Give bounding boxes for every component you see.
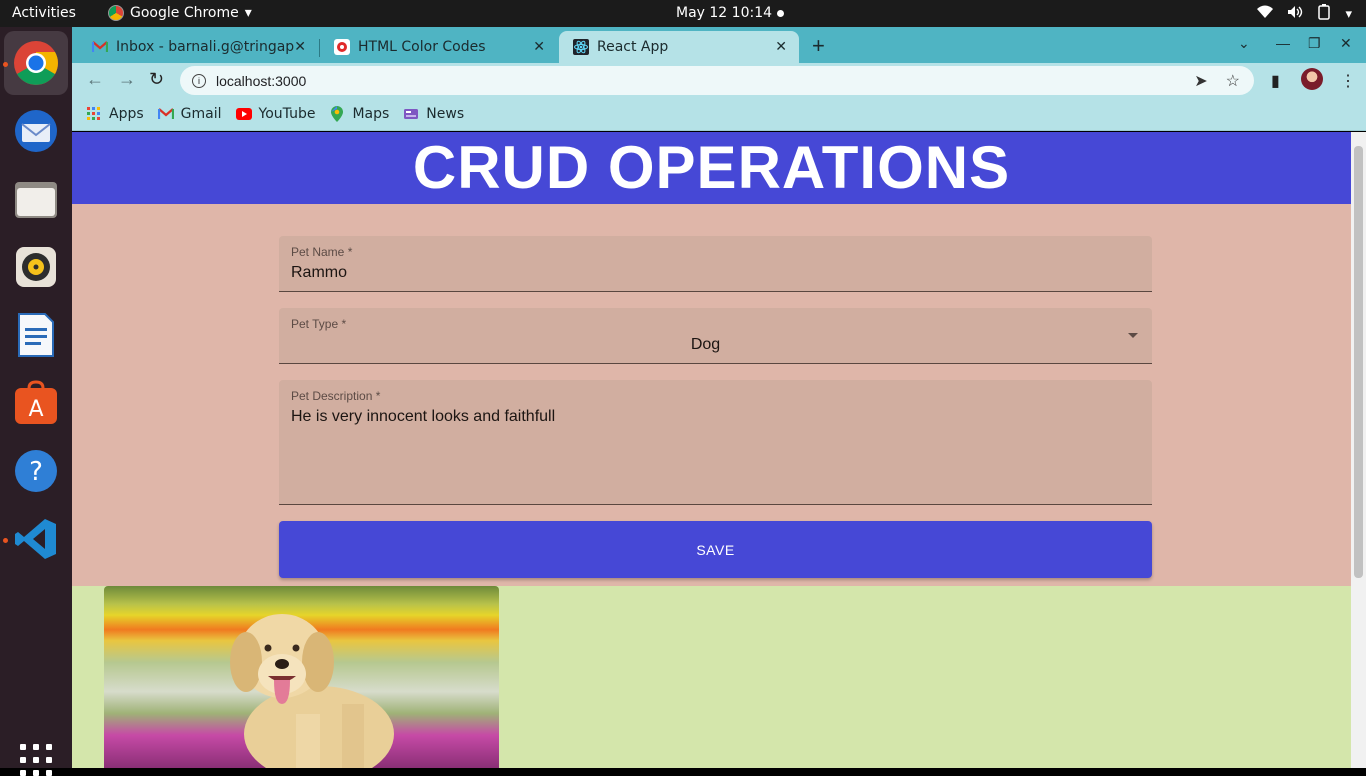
rhythmbox-icon [16, 247, 56, 287]
dock-help[interactable]: ? [12, 447, 60, 495]
vscode-icon [15, 519, 56, 559]
minimize-icon[interactable]: — [1276, 35, 1290, 51]
tab-react-app[interactable]: React App ✕ [559, 31, 799, 63]
svg-text:?: ? [29, 457, 43, 487]
bookmark-star-icon[interactable]: ☆ [1226, 71, 1240, 91]
dock-files[interactable] [12, 175, 60, 223]
dock: A ? [0, 27, 72, 776]
dock-rhythmbox[interactable] [12, 243, 60, 291]
side-panel-icon[interactable]: ▮ [1271, 71, 1280, 91]
bookmark-gmail[interactable]: Gmail [157, 105, 222, 122]
bookmark-label: Gmail [180, 105, 222, 122]
tab-title: Inbox - barnali.g@tringap [116, 39, 294, 55]
send-icon[interactable]: ➤ [1194, 71, 1207, 91]
bookmark-apps[interactable]: Apps [86, 106, 144, 122]
apps-grid-icon [86, 106, 102, 122]
tab-inbox[interactable]: Inbox - barnali.g@tringap ✕ [78, 31, 318, 63]
page-title: CRUD OPERATIONS [72, 132, 1351, 204]
tab-title: React App [597, 39, 669, 55]
new-tab-icon[interactable]: + [812, 33, 825, 59]
tab-strip: Inbox - barnali.g@tringap ✕ HTML Color C… [72, 27, 1366, 63]
writer-icon [18, 313, 54, 357]
app-menu[interactable]: Google Chrome ▾ [108, 5, 252, 21]
bookmark-youtube[interactable]: YouTube [235, 105, 316, 122]
notification-dot [777, 10, 784, 17]
save-button[interactable]: SAVE [279, 521, 1152, 578]
thunderbird-icon [15, 110, 57, 152]
bookmark-label: YouTube [258, 105, 316, 122]
dock-chrome[interactable] [4, 31, 68, 95]
dropdown-arrow-icon[interactable] [1128, 333, 1138, 338]
pet-description-field[interactable]: Pet Description * He is very innocent lo… [279, 380, 1152, 505]
help-icon: ? [15, 450, 57, 492]
news-icon [403, 106, 419, 122]
pet-photo [104, 586, 499, 768]
show-applications-icon[interactable] [20, 744, 52, 776]
maximize-icon[interactable]: ❐ [1308, 35, 1321, 52]
pet-form: Pet Name * Rammo Pet Type * Dog Pet Desc… [72, 204, 1351, 586]
running-indicator [3, 62, 8, 67]
wifi-icon [1257, 5, 1274, 23]
svg-text:A: A [28, 397, 43, 422]
dock-thunderbird[interactable] [12, 107, 60, 155]
scrollbar-thumb[interactable] [1354, 146, 1363, 578]
running-indicator [3, 538, 8, 543]
pet-name-label: Pet Name * [291, 245, 353, 259]
html-color-codes-icon [334, 39, 350, 55]
bookmark-label: Apps [109, 105, 144, 122]
app-center-icon: A [15, 380, 57, 424]
files-icon [15, 182, 57, 218]
close-tab-icon[interactable]: ✕ [294, 39, 306, 55]
url-text[interactable]: localhost:3000 [216, 73, 306, 89]
chrome-icon [108, 5, 124, 21]
app-menu-label: Google Chrome [130, 5, 239, 21]
system-top-bar: Activities Google Chrome ▾ May 12 10:14 … [0, 0, 1366, 27]
close-tab-icon[interactable]: ✕ [533, 39, 545, 55]
pet-name-field[interactable]: Pet Name * Rammo [279, 236, 1152, 292]
web-page: CRUD OPERATIONS Pet Name * Rammo Pet Typ… [72, 132, 1351, 768]
tab-html-color-codes[interactable]: HTML Color Codes ✕ [320, 31, 557, 63]
reload-icon[interactable]: ↻ [149, 69, 164, 90]
clock[interactable]: May 12 10:14 [676, 5, 772, 21]
chevron-down-icon: ▾ [1345, 6, 1352, 22]
gmail-icon [157, 106, 174, 122]
forward-icon[interactable]: → [118, 69, 136, 90]
bookmarks-bar: Apps Gmail YouTube Maps News [72, 97, 1366, 131]
pet-description-label: Pet Description * [291, 389, 381, 403]
system-tray[interactable]: ▾ [1257, 4, 1352, 24]
dock-libreoffice-writer[interactable] [12, 311, 60, 359]
activities-button[interactable]: Activities [12, 5, 76, 21]
close-tab-icon[interactable]: ✕ [775, 39, 787, 55]
pet-type-value[interactable]: Dog [279, 336, 1132, 354]
browser-toolbar: ← → ↻ i localhost:3000 ➤ ☆ ▮ ⋮ [72, 63, 1366, 97]
gmail-icon [92, 39, 108, 55]
site-info-icon[interactable]: i [192, 73, 206, 88]
dog-image [230, 614, 394, 768]
pet-name-input[interactable]: Rammo [291, 264, 347, 282]
kebab-menu-icon[interactable]: ⋮ [1340, 71, 1356, 91]
avatar[interactable] [1301, 68, 1323, 90]
pet-type-label: Pet Type * [291, 317, 347, 331]
dock-vscode[interactable] [12, 515, 60, 563]
tab-search-icon[interactable]: ⌄ [1238, 35, 1250, 52]
pet-type-select[interactable]: Pet Type * Dog [279, 308, 1152, 364]
close-window-icon[interactable]: ✕ [1340, 35, 1352, 52]
tab-title: HTML Color Codes [358, 39, 486, 55]
youtube-icon [235, 106, 252, 122]
back-icon[interactable]: ← [86, 69, 104, 90]
bookmark-news[interactable]: News [403, 106, 464, 122]
chrome-icon [14, 41, 58, 85]
pet-description-input[interactable]: He is very innocent looks and faithfull [291, 408, 555, 426]
volume-icon [1287, 5, 1303, 23]
dock-app-center[interactable]: A [12, 379, 60, 427]
bookmark-maps[interactable]: Maps [329, 105, 390, 122]
address-bar[interactable]: i localhost:3000 ➤ ☆ [180, 66, 1254, 95]
maps-icon [329, 105, 345, 122]
react-icon [573, 39, 589, 55]
chevron-down-icon: ▾ [244, 5, 252, 21]
bookmark-label: News [426, 105, 465, 122]
page-scrollbar[interactable] [1351, 132, 1366, 768]
bookmark-label: Maps [352, 105, 390, 122]
battery-icon [1317, 4, 1331, 24]
